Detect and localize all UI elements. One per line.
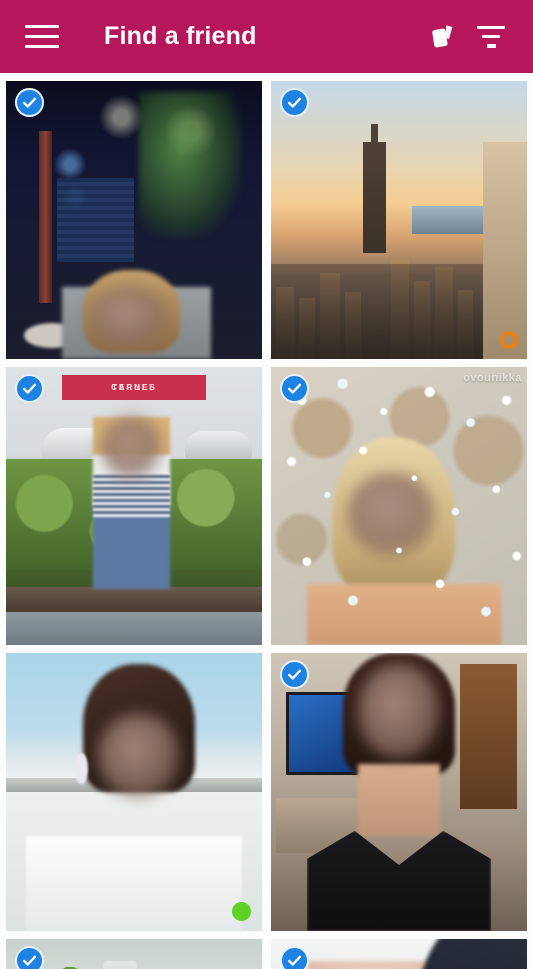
selected-check-badge[interactable] xyxy=(15,374,44,403)
check-icon xyxy=(287,383,302,394)
profile-tile[interactable]: CARNES TERUEL xyxy=(6,367,262,645)
check-icon xyxy=(22,97,37,108)
selected-check-badge[interactable] xyxy=(280,946,309,969)
filter-icon xyxy=(477,25,505,48)
profile-tile[interactable] xyxy=(6,81,262,359)
check-icon xyxy=(22,383,37,394)
online-status-badge xyxy=(232,902,251,921)
check-icon xyxy=(287,669,302,680)
check-icon xyxy=(287,97,302,108)
recently-online-badge xyxy=(500,331,518,349)
selected-check-badge[interactable] xyxy=(280,88,309,117)
profile-photo xyxy=(271,653,527,931)
selected-check-badge[interactable] xyxy=(15,88,44,117)
check-icon xyxy=(287,955,302,966)
cards-view-button[interactable] xyxy=(419,13,467,61)
profile-tile[interactable]: ovounikka xyxy=(271,367,527,645)
selected-check-badge[interactable] xyxy=(280,374,309,403)
profile-tile[interactable] xyxy=(6,939,262,969)
menu-button[interactable] xyxy=(18,13,66,61)
check-icon xyxy=(22,955,37,966)
shop-sign: CARNES TERUEL xyxy=(62,375,206,401)
app-root: Find a friend CARNES TERUEL ovounikka xyxy=(0,0,533,969)
profile-photo xyxy=(271,81,527,359)
stacked-cards-icon xyxy=(432,24,453,47)
profile-photo-grid: CARNES TERUEL ovounikka xyxy=(0,73,533,969)
profile-tile[interactable] xyxy=(271,939,527,969)
hamburger-menu-icon xyxy=(25,24,59,49)
profile-photo xyxy=(6,81,262,359)
profile-tile[interactable] xyxy=(271,81,527,359)
profile-photo xyxy=(6,939,262,969)
shop-sign-right: TERUEL xyxy=(111,383,156,393)
selected-check-badge[interactable] xyxy=(15,946,44,969)
photo-watermark: ovounikka xyxy=(463,372,522,384)
profile-tile[interactable] xyxy=(6,653,262,931)
page-title: Find a friend xyxy=(104,22,257,50)
profile-photo xyxy=(6,653,262,931)
profile-photo xyxy=(271,939,527,969)
filter-button[interactable] xyxy=(467,13,515,61)
app-header: Find a friend xyxy=(0,0,533,73)
profile-photo: ovounikka xyxy=(271,367,527,645)
profile-photo: CARNES TERUEL xyxy=(6,367,262,645)
selected-check-badge[interactable] xyxy=(280,660,309,689)
profile-tile[interactable] xyxy=(271,653,527,931)
